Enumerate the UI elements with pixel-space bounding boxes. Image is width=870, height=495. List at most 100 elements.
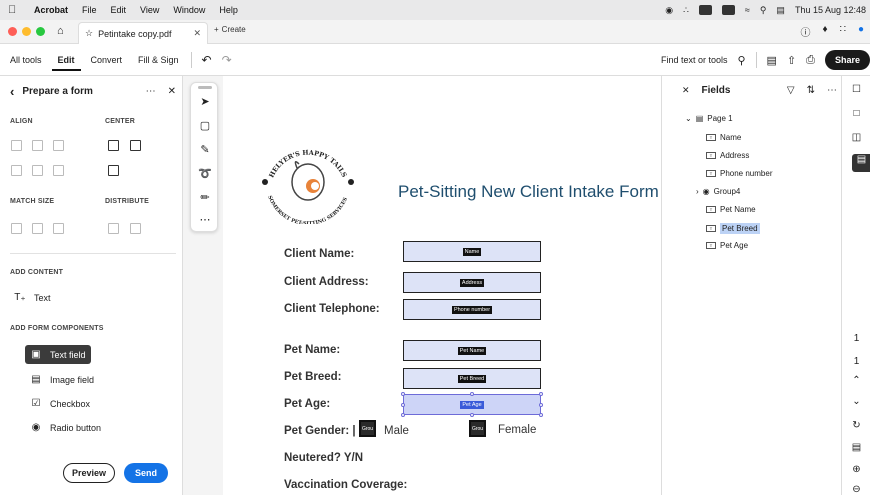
bookmark-icon[interactable]: □ [842,108,870,119]
resize-handle[interactable] [470,413,474,417]
text-field-tool-icon[interactable]: ▢ [191,119,219,132]
search-icon[interactable]: ⚲ [760,5,767,16]
field-item-name[interactable]: T Name [706,133,741,142]
dots-icon[interactable]: ∴ [683,5,689,16]
battery-icon[interactable] [721,5,735,15]
save-icon[interactable]: ▤ [767,54,777,67]
apps-icon[interactable]: ∷ [840,24,846,39]
field-item-pet-age[interactable]: T Pet Age [706,241,748,250]
pet-name-field[interactable]: Pet Name [403,340,541,361]
zoom-out-icon[interactable]: ⊖ [842,484,870,495]
menu-app-name[interactable]: Acrobat [34,5,68,15]
component-radio-button[interactable]: ◉ Radio button [30,422,101,433]
clock[interactable]: Thu 15 Aug 12:48 [795,5,866,15]
menu-file[interactable]: File [82,5,97,15]
page-node[interactable]: ⌄ ▤ Page 1 [685,114,733,123]
align-bottom-icon[interactable] [53,165,64,176]
sort-icon[interactable]: ⇅ [807,85,815,96]
phone-number-field[interactable]: Phone number [403,299,541,320]
menu-help[interactable]: Help [219,5,238,15]
filter-icon[interactable]: ▽ [787,85,795,96]
female-checkbox[interactable]: Grou [469,420,486,437]
home-icon[interactable]: ⌂ [57,25,64,37]
sign-tool-icon[interactable]: ✏ [191,191,219,204]
center-both-icon[interactable] [108,165,119,176]
status-app-icon[interactable]: ◉ [665,5,673,16]
field-item-address[interactable]: T Address [706,151,749,160]
preview-button[interactable]: Preview [63,463,115,483]
match-width-icon[interactable] [11,223,22,234]
print-icon[interactable]: ⎙ [806,54,815,67]
field-item-group4[interactable]: › ◉ Group4 [696,187,740,196]
align-middle-icon[interactable] [32,165,43,176]
pages-icon[interactable]: ◫ [842,132,870,143]
page-number-current[interactable]: 1 [842,333,870,344]
align-right-icon[interactable] [53,140,64,151]
address-field[interactable]: Address [403,272,541,293]
align-top-icon[interactable] [11,165,22,176]
menu-window[interactable]: Window [173,5,205,15]
resize-handle[interactable] [539,403,543,407]
pet-age-field[interactable]: Pet Age [403,394,541,415]
wifi-icon[interactable]: ≈ [745,5,750,15]
center-horizontal-icon[interactable] [108,140,119,151]
lasso-tool-icon[interactable]: ➰ [191,167,219,180]
align-left-icon[interactable] [11,140,22,151]
field-item-pet-breed[interactable]: T Pet Breed [706,223,760,234]
more-options-icon[interactable]: ⋯ [827,85,837,96]
cloud-icon[interactable]: ● [858,24,864,39]
close-window-button[interactable] [8,27,17,36]
find-search-icon[interactable]: ⚲ [737,54,745,67]
field-item-pet-name[interactable]: T Pet Name [706,205,756,214]
document-canvas[interactable]: HELYER'S HAPPY TAILS SOMERSET PET-SITTIN… [183,76,661,495]
zoom-window-button[interactable] [36,27,45,36]
close-panel-icon[interactable]: ✕ [168,86,176,97]
resize-handle[interactable] [401,403,405,407]
resize-handle[interactable] [401,392,405,396]
control-center-icon[interactable]: ▤ [776,5,785,16]
bell-icon[interactable]: ♦ [822,24,827,39]
share-button[interactable]: Share [824,50,870,70]
distribute-vertical-icon[interactable] [108,223,119,234]
resize-handle[interactable] [470,392,474,396]
add-text-item[interactable]: T₊ Text [14,292,50,303]
resize-handle[interactable] [401,413,405,417]
tab-convert[interactable]: Convert [85,55,129,65]
close-fields-icon[interactable]: ✕ [682,85,690,96]
distribute-horizontal-icon[interactable] [130,223,141,234]
comment-icon[interactable]: ☐ [842,84,870,95]
pen-tool-icon[interactable]: ✎ [191,143,219,156]
minimize-window-button[interactable] [22,27,31,36]
match-height-icon[interactable] [32,223,43,234]
tab-all-tools[interactable]: All tools [4,55,48,65]
zoom-in-icon[interactable]: ⊕ [842,464,870,475]
refresh-icon[interactable]: ↻ [842,420,870,431]
drag-handle[interactable] [198,86,212,89]
send-button[interactable]: Send [124,463,168,483]
resize-handle[interactable] [539,413,543,417]
component-checkbox[interactable]: ☑ Checkbox [30,398,91,409]
fields-rail-icon[interactable]: ▤ [852,154,870,172]
more-icon[interactable]: ⋯ [146,86,156,97]
menu-edit[interactable]: Edit [111,5,127,15]
fit-page-icon[interactable]: ▤ [842,442,870,453]
pdf-page[interactable]: HELYER'S HAPPY TAILS SOMERSET PET-SITTIN… [223,76,661,495]
help-icon[interactable]: ⓘ [800,24,810,39]
resize-handle[interactable] [539,392,543,396]
document-tab[interactable]: ☆ Petintake copy.pdf ✕ [78,22,208,44]
select-tool-icon[interactable]: ➤ [191,95,219,108]
menu-view[interactable]: View [140,5,159,15]
chevron-down-icon[interactable]: ⌄ [685,114,692,123]
more-tools-icon[interactable]: ⋯ [191,213,219,226]
field-item-phone-number[interactable]: T Phone number [706,169,772,178]
pdf-icon[interactable] [698,5,712,15]
apple-icon[interactable]:  [8,4,22,16]
tab-fill-sign[interactable]: Fill & Sign [132,55,185,65]
pet-breed-field[interactable]: Pet Breed [403,368,541,389]
redo-icon[interactable]: ↷ [222,53,232,67]
new-tab-button[interactable]: + Create [214,25,246,34]
star-icon[interactable]: ☆ [85,28,93,39]
back-icon[interactable]: ‹ [10,84,14,99]
upload-icon[interactable]: ⇧ [787,54,796,67]
align-center-icon[interactable] [32,140,43,151]
